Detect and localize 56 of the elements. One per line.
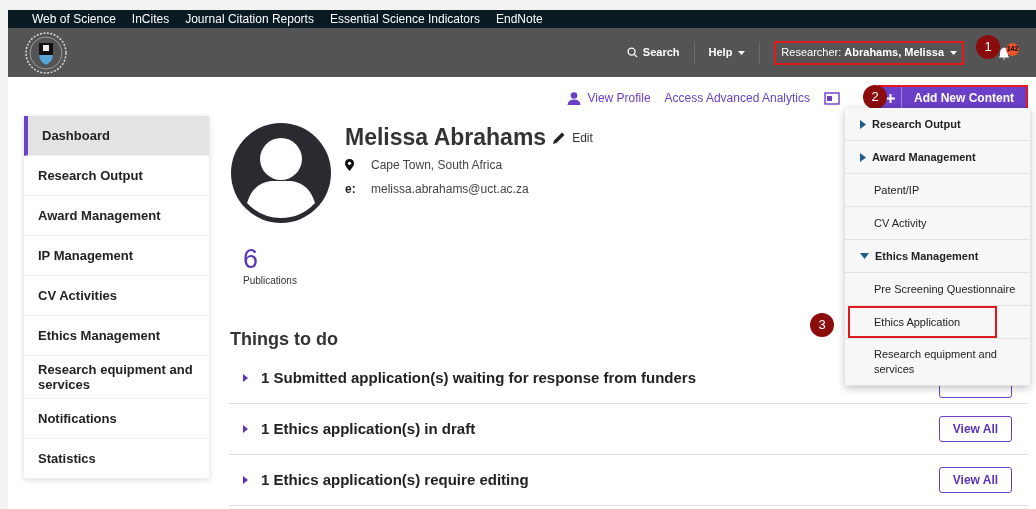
caret-icon <box>738 50 746 55</box>
menu-item[interactable]: Patent/IP <box>848 174 1027 206</box>
report-icon[interactable] <box>824 91 840 105</box>
location-text: Cape Town, South Africa <box>371 157 503 174</box>
email-text: melissa.abrahams@uct.ac.za <box>371 181 529 198</box>
nav-link[interactable]: Essential Science Indicators <box>329 13 480 25</box>
expand-arrow-icon[interactable] <box>243 374 248 382</box>
sidebar-item[interactable]: Notifications <box>24 399 209 439</box>
sidebar-item[interactable]: Statistics <box>24 439 209 479</box>
nav-link[interactable]: Web of Science <box>32 13 116 25</box>
profile-name: Melissa Abrahams <box>345 123 547 151</box>
nav-link[interactable]: InCites <box>131 13 170 25</box>
location-pin-icon <box>345 159 354 171</box>
view-all-button[interactable]: View All <box>939 416 1012 442</box>
sidebar-item[interactable]: Research equipment and services <box>24 356 209 399</box>
expand-arrow-icon[interactable] <box>243 425 248 433</box>
section-heading: Things to do <box>230 328 339 351</box>
caret-down-icon <box>860 253 869 259</box>
sidebar-item[interactable]: CV Activities <box>24 276 209 316</box>
search-icon <box>626 47 638 58</box>
caret-icon <box>950 50 957 55</box>
plus-icon <box>886 93 895 103</box>
help-menu[interactable]: Help <box>694 44 760 61</box>
caret-right-icon <box>860 119 866 129</box>
count-label: Publications <box>243 274 297 288</box>
user-menu[interactable]: Researcher: Abrahams, Melissa <box>774 40 964 65</box>
nav-link[interactable]: EndNote <box>496 13 543 25</box>
sidebar-item[interactable]: Research Output <box>24 156 209 196</box>
sidebar-item[interactable]: Ethics Management <box>24 316 209 356</box>
menu-group[interactable]: Research Output <box>848 115 961 133</box>
menu-group[interactable]: Ethics Management <box>848 247 979 265</box>
view-all-button[interactable]: View All <box>939 467 1012 493</box>
sidebar-item[interactable]: Award Management <box>24 196 209 236</box>
nav-link[interactable]: Journal Citation Reports <box>185 13 314 25</box>
task-text[interactable]: 1 Submitted application(s) waiting for response from funders <box>261 366 697 390</box>
pencil-icon[interactable] <box>552 131 567 145</box>
crest-logo[interactable] <box>24 30 68 75</box>
email-label: e: <box>345 181 357 198</box>
menu-group[interactable]: Award Management <box>848 148 976 166</box>
publication-count: 6 <box>243 245 259 273</box>
avatar-icon <box>231 123 331 223</box>
expand-arrow-icon[interactable] <box>243 476 248 484</box>
menu-item[interactable]: CV Activity <box>848 207 1027 239</box>
analytics-link[interactable]: Access Advanced Analytics <box>664 89 810 107</box>
sidebar-item[interactable]: IP Management <box>24 236 209 276</box>
sidebar-item[interactable]: Dashboard <box>24 116 209 156</box>
caret-right-icon <box>860 152 866 162</box>
search-button[interactable]: Search <box>612 44 694 61</box>
edit-link[interactable]: Edit <box>572 129 593 147</box>
view-profile-link[interactable]: View Profile <box>567 89 651 107</box>
menu-item[interactable]: Ethics Application <box>848 306 997 338</box>
menu-item[interactable]: Research equipment and services <box>848 339 1027 385</box>
menu-item[interactable]: Pre Screening Questionnaire <box>848 273 1027 305</box>
task-text[interactable]: 1 Ethics application(s) require editing <box>261 468 529 492</box>
task-text[interactable]: 1 Ethics application(s) in draft <box>261 417 476 441</box>
person-icon <box>567 91 582 105</box>
